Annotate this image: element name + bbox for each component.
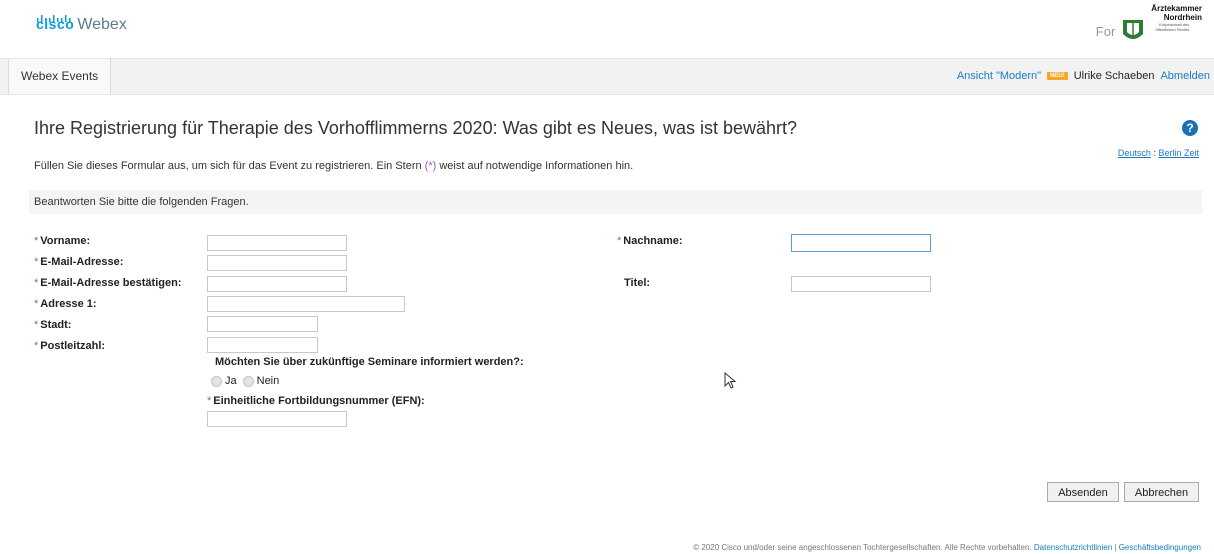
lang-separator: : [1153, 148, 1156, 158]
seminar-question: Möchten Sie über zukünftige Seminare inf… [215, 356, 524, 368]
zip-label-text: Postleitzahl: [40, 340, 106, 352]
city-label: * Stadt: [34, 319, 71, 331]
required-star: * [34, 340, 39, 352]
required-star: * [207, 395, 212, 407]
aekno-logo: Ärztekammer Nordrhein Körperschaft des ö… [1121, 4, 1202, 44]
lastname-label: * Nachname: [617, 235, 683, 247]
help-icon[interactable]: ? [1182, 120, 1198, 136]
title-label: Titel: [624, 277, 651, 289]
address-label-text: Adresse 1: [40, 298, 97, 310]
efn-input[interactable] [207, 411, 347, 427]
aekno-wordmark: Ärztekammer Nordrhein Körperschaft des ö… [1151, 4, 1202, 32]
radio-no-label[interactable]: Nein [257, 375, 280, 387]
tab-webex-events[interactable]: Webex Events [8, 59, 112, 94]
efn-label: * Einheitliche Fortbildungsnummer (EFN): [207, 395, 425, 407]
title-input[interactable] [791, 276, 931, 292]
zip-input[interactable] [207, 337, 318, 353]
top-header: cisco Webex For Ärztekammer Nordrhein Kör… [0, 0, 1214, 58]
efn-label-text: Einheitliche Fortbildungsnummer (EFN): [213, 395, 425, 407]
lastname-input[interactable] [791, 234, 931, 252]
user-name: Ulrike Schaeben [1073, 70, 1155, 82]
email-confirm-input[interactable] [207, 276, 347, 292]
instructions-text: Füllen Sie dieses Formular aus, um sich … [34, 160, 633, 172]
new-badge: NEU! [1047, 72, 1068, 80]
required-star: * [34, 235, 39, 247]
required-star: * [34, 256, 39, 268]
modern-view-link[interactable]: Ansicht "Modern" [957, 70, 1041, 82]
required-star: * [34, 298, 39, 310]
city-label-text: Stadt: [40, 319, 72, 331]
instructions-pre: Füllen Sie dieses Formular aus, um sich … [34, 160, 425, 172]
aekno-logo-icon [1123, 20, 1144, 39]
firstname-input[interactable] [207, 235, 347, 251]
radio-no[interactable] [242, 375, 254, 387]
nav-bar: Webex Events Ansicht "Modern" NEU! Ulrik… [0, 58, 1214, 95]
for-label: For [1095, 23, 1116, 39]
email-label-text: E-Mail-Adresse: [40, 256, 124, 268]
terms-link[interactable]: Geschäftsbedingungen [1119, 543, 1201, 552]
submit-button[interactable]: Absenden [1047, 482, 1119, 502]
lastname-label-text: Nachname: [623, 235, 683, 247]
org-name-line1: Ärztekammer [1151, 4, 1202, 13]
language-link[interactable]: Deutsch [1118, 148, 1151, 158]
page-title: Ihre Registrierung für Therapie des Vorh… [34, 118, 798, 138]
instructions-post: weist auf notwendige Informationen hin. [436, 160, 634, 172]
radio-yes-label[interactable]: Ja [225, 375, 237, 387]
mouse-cursor-icon [724, 372, 737, 389]
section-header: Beantworten Sie bitte die folgenden Frag… [29, 190, 1202, 214]
nav-user-area: Ansicht "Modern" NEU! Ulrike Schaeben Ab… [957, 70, 1210, 82]
org-name-line2: Nordrhein [1163, 13, 1202, 22]
zip-label: * Postleitzahl: [34, 340, 105, 352]
cisco-logo-bars-icon [37, 15, 71, 22]
required-star: * [617, 235, 622, 247]
radio-yes[interactable] [211, 375, 222, 387]
org-subtitle: Körperschaft des öffentlichen Rechts [1155, 22, 1190, 32]
language-timezone: Deutsch : Berlin Zeit [1118, 148, 1199, 158]
footer: © 2020 Cisco und/oder seine angeschlosse… [693, 543, 1201, 552]
required-star: * [34, 319, 39, 331]
email-label: * E-Mail-Adresse: [34, 256, 123, 268]
address-label: * Adresse 1: [34, 298, 97, 310]
address-input[interactable] [207, 296, 405, 312]
firstname-label-text: Vorname: [40, 235, 91, 247]
timezone-link[interactable]: Berlin Zeit [1158, 148, 1199, 158]
footer-divider: | [1114, 543, 1117, 552]
instructions-star: (*) [424, 160, 437, 172]
copyright-text: © 2020 Cisco und/oder seine angeschlosse… [693, 543, 1032, 552]
email-confirm-label-text: E-Mail-Adresse bestätigen: [40, 277, 182, 289]
email-confirm-label: * E-Mail-Adresse bestätigen: [34, 277, 181, 289]
privacy-link[interactable]: Datenschutzrichtlinien [1034, 543, 1112, 552]
org-branding: For Ärztekammer Nordrhein Körperschaft d… [1096, 4, 1202, 44]
cisco-webex-logo: cisco Webex [36, 15, 127, 34]
city-input[interactable] [207, 316, 318, 332]
firstname-label: * Vorname: [34, 235, 90, 247]
required-star: * [34, 277, 39, 289]
cancel-button[interactable]: Abbrechen [1124, 482, 1199, 502]
logout-link[interactable]: Abmelden [1160, 70, 1210, 82]
seminar-radio-group: Ja Nein [211, 375, 279, 387]
email-input[interactable] [207, 255, 347, 271]
